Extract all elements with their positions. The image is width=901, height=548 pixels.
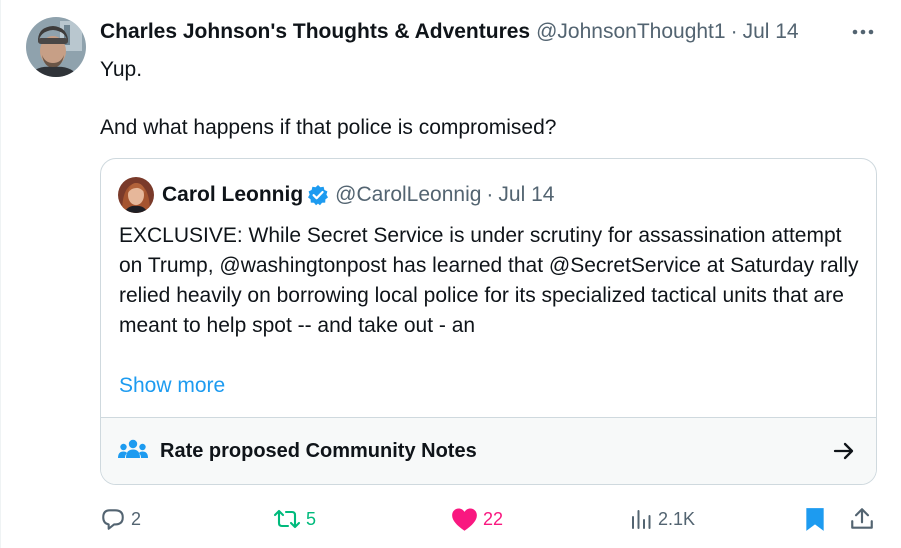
- bookmark-button[interactable]: [804, 500, 826, 538]
- views-button[interactable]: 2.1K: [629, 500, 695, 538]
- views-icon: [632, 510, 651, 529]
- arrow-right-icon: [833, 442, 854, 460]
- share-icon: [851, 508, 873, 529]
- author-handle[interactable]: @JohnsonThought1: [536, 20, 725, 44]
- community-notes-icon: [118, 439, 148, 458]
- heart-icon: [452, 507, 477, 531]
- like-count: 22: [483, 508, 504, 529]
- quoted-text: EXCLUSIVE: While Secret Service is under…: [119, 224, 859, 337]
- retweet-icon: [273, 509, 301, 529]
- views-count: 2.1K: [658, 508, 696, 529]
- quoted-author-avatar[interactable]: [118, 177, 154, 213]
- tweet-header: Charles Johnson's Thoughts & Adventures …: [100, 18, 799, 46]
- action-bar: 2 5 22 2.1K: [1, 500, 901, 538]
- reply-count: 2: [131, 508, 142, 529]
- community-notes-label: Rate proposed Community Notes: [160, 440, 477, 462]
- author-avatar[interactable]: [26, 17, 86, 77]
- reply-icon: [102, 509, 124, 530]
- more-options-button[interactable]: [847, 18, 879, 46]
- bookmark-icon: [806, 508, 824, 531]
- community-notes-bar[interactable]: Rate proposed Community Notes: [101, 417, 876, 484]
- like-button[interactable]: 22: [451, 500, 503, 538]
- author-display-name[interactable]: Charles Johnson's Thoughts & Adventures: [100, 20, 530, 44]
- tweet-date[interactable]: Jul 14: [743, 20, 799, 44]
- header-separator: ·: [730, 20, 738, 43]
- retweet-count: 5: [306, 508, 317, 529]
- quoted-header: Carol Leonnig @CarolLeonnig · Jul 14: [162, 181, 554, 209]
- tweet-text: Yup. And what happens if that police is …: [100, 58, 557, 139]
- verified-badge-icon: [307, 184, 329, 206]
- retweet-button[interactable]: 5: [273, 500, 316, 538]
- quoted-display-name[interactable]: Carol Leonnig: [162, 183, 303, 207]
- quoted-handle[interactable]: @CarolLeonnig: [335, 183, 481, 207]
- show-more-link[interactable]: Show more: [119, 371, 225, 401]
- quoted-header-separator: ·: [486, 183, 494, 206]
- quoted-date[interactable]: Jul 14: [498, 183, 554, 207]
- share-button[interactable]: [849, 500, 875, 538]
- tweet[interactable]: Charles Johnson's Thoughts & Adventures …: [0, 0, 901, 548]
- quoted-tweet[interactable]: Carol Leonnig @CarolLeonnig · Jul 14 EXC…: [100, 158, 877, 485]
- more-horizontal-icon: [852, 29, 874, 35]
- reply-button[interactable]: 2: [100, 500, 141, 538]
